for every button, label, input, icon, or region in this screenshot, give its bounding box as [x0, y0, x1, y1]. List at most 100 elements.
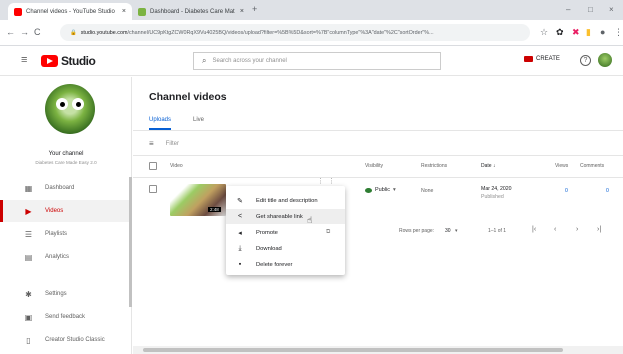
- search-input[interactable]: ⌕ Search across your channel: [193, 52, 441, 70]
- column-header-restrictions[interactable]: Restrictions: [421, 163, 447, 169]
- browser-tab[interactable]: Dashboard - Diabetes Care Mat ×: [132, 3, 250, 20]
- chevron-down-icon[interactable]: ▾: [455, 228, 458, 234]
- filter-bar[interactable]: ≡ Filter: [149, 139, 179, 148]
- menu-item-edit-title[interactable]: ✎ Edit title and description: [226, 193, 345, 208]
- forward-arrow-icon[interactable]: →: [20, 27, 29, 37]
- main-content: Channel videos Uploads Live ≡ Filter Vid…: [133, 77, 623, 354]
- menu-item-label: Edit title and description: [256, 197, 318, 204]
- help-icon[interactable]: ?: [580, 55, 591, 66]
- visibility-dropdown[interactable]: Public ▾: [365, 187, 396, 193]
- reload-icon[interactable]: C: [34, 27, 41, 37]
- close-tab-icon[interactable]: ×: [122, 8, 126, 15]
- analytics-icon: ▤: [24, 252, 33, 262]
- column-header-comments[interactable]: Comments: [580, 163, 604, 169]
- url-path: /channel/UC9pKtgZCW0RqX9Vu4025BQ/videos/…: [127, 29, 434, 36]
- next-page-icon[interactable]: ›: [576, 226, 578, 233]
- first-page-icon[interactable]: |‹: [532, 226, 536, 233]
- menu-item-get-shareable-link[interactable]: < Get shareable link: [226, 209, 345, 224]
- address-bar-row: ← → C 🔒 studio.youtube.com /channel/UC9p…: [0, 20, 623, 46]
- channel-avatar[interactable]: [45, 84, 95, 134]
- extension-icon[interactable]: ✿: [556, 27, 564, 38]
- account-avatar[interactable]: [598, 53, 612, 67]
- url-domain: studio.youtube.com: [80, 29, 128, 36]
- create-button[interactable]: CREATE: [524, 56, 560, 62]
- browser-tab-strip: Channel videos - YouTube Studio × Dashbo…: [0, 0, 623, 20]
- sidebar-item-videos[interactable]: ▶ Videos: [0, 200, 131, 222]
- divider: [133, 130, 623, 131]
- column-header-visibility[interactable]: Visibility: [365, 163, 383, 169]
- column-header-views[interactable]: Views: [555, 163, 568, 169]
- row-checkbox[interactable]: [149, 185, 157, 193]
- star-icon[interactable]: ☆: [540, 27, 548, 38]
- sidebar: Your channel Diabetes Care Made Easy 2.0…: [0, 77, 132, 354]
- restrictions-value: None: [421, 188, 434, 194]
- tab-uploads[interactable]: Uploads: [149, 117, 172, 130]
- new-tab-button[interactable]: +: [252, 4, 257, 14]
- date-status: Published: [481, 194, 504, 200]
- sidebar-item-label: Playlists: [45, 231, 68, 237]
- maximize-button[interactable]: □: [588, 5, 593, 14]
- extension-icon[interactable]: ✖: [572, 27, 580, 38]
- chevron-down-icon: ▾: [392, 187, 396, 193]
- visibility-value: Public: [375, 187, 390, 193]
- hand-cursor-icon: ☝: [307, 215, 313, 225]
- profile-icon[interactable]: ●: [600, 27, 605, 37]
- sidebar-item-creator-studio-classic[interactable]: ▯ Creator Studio Classic: [0, 329, 131, 351]
- tab-title: Channel videos - YouTube Studio: [26, 8, 115, 15]
- menu-kebab-icon[interactable]: ⋮: [614, 27, 623, 38]
- menu-item-label: Download: [256, 245, 282, 252]
- sidebar-item-label: Settings: [45, 291, 67, 297]
- hamburger-menu-icon[interactable]: ≡: [21, 54, 27, 66]
- tab-live[interactable]: Live: [193, 117, 204, 130]
- classic-icon: ▯: [26, 335, 31, 345]
- menu-item-promote[interactable]: ◂ Promote ⧉: [226, 225, 345, 240]
- prev-page-icon[interactable]: ‹: [554, 226, 556, 233]
- content-tabs: Uploads Live: [149, 117, 204, 130]
- extension-icon[interactable]: ▮: [586, 27, 591, 38]
- comments-value[interactable]: 0: [606, 188, 609, 194]
- browser-tab-active[interactable]: Channel videos - YouTube Studio ×: [8, 3, 132, 20]
- sidebar-item-analytics[interactable]: ▤ Analytics: [0, 246, 131, 268]
- avatar-eye: [56, 98, 68, 110]
- menu-item-label: Promote: [256, 229, 278, 236]
- address-bar[interactable]: 🔒 studio.youtube.com /channel/UC9pKtgZCW…: [60, 24, 530, 41]
- settings-icon: ✱: [25, 289, 32, 299]
- menu-item-delete-forever[interactable]: ▪ Delete forever: [226, 257, 345, 272]
- sidebar-item-label: Creator Studio Classic: [45, 337, 105, 343]
- minimize-button[interactable]: –: [566, 5, 570, 14]
- sidebar-item-send-feedback[interactable]: ▣ Send feedback: [0, 306, 131, 328]
- close-window-button[interactable]: ×: [609, 5, 614, 14]
- menu-item-label: Get shareable link: [256, 213, 303, 220]
- videos-icon: ▶: [25, 206, 32, 216]
- sidebar-item-settings[interactable]: ✱ Settings: [0, 283, 131, 305]
- menu-item-download[interactable]: ⤓ Download: [226, 241, 345, 256]
- horizontal-scrollbar[interactable]: [133, 346, 623, 354]
- sidebar-item-label: Videos: [45, 208, 64, 214]
- rows-per-page-select[interactable]: 30: [445, 228, 451, 234]
- search-placeholder: Search across your channel: [212, 58, 287, 64]
- studio-logo[interactable]: Studio: [41, 54, 96, 68]
- close-tab-icon[interactable]: ×: [240, 8, 244, 15]
- page-title: Channel videos: [149, 91, 227, 103]
- sidebar-scrollbar[interactable]: [129, 177, 132, 307]
- camera-icon: [524, 56, 533, 62]
- avatar-eye: [72, 98, 84, 110]
- last-page-icon[interactable]: ›|: [597, 226, 601, 233]
- create-label: CREATE: [536, 56, 560, 62]
- sidebar-item-playlists[interactable]: ☰ Playlists: [0, 223, 131, 245]
- column-header-date[interactable]: Date ↓: [481, 163, 495, 169]
- youtube-play-icon: [41, 55, 58, 67]
- views-value[interactable]: 0: [565, 188, 568, 194]
- scrollbar-thumb[interactable]: [143, 348, 563, 352]
- studio-header: ≡ Studio ⌕ Search across your channel CR…: [0, 46, 623, 76]
- select-all-checkbox[interactable]: [149, 162, 157, 170]
- rows-per-page-label: Rows per page:: [399, 228, 435, 234]
- filter-placeholder: Filter: [165, 140, 180, 147]
- share-icon: <: [237, 213, 243, 220]
- sidebar-item-label: Send feedback: [45, 314, 86, 320]
- sidebar-item-dashboard[interactable]: ▦ Dashboard: [0, 177, 131, 199]
- back-arrow-icon[interactable]: ←: [6, 27, 15, 37]
- external-link-icon: ⧉: [326, 229, 331, 235]
- more-options-icon[interactable]: ⋮ ⋮: [317, 177, 336, 185]
- sidebar-item-label: Dashboard: [45, 185, 75, 191]
